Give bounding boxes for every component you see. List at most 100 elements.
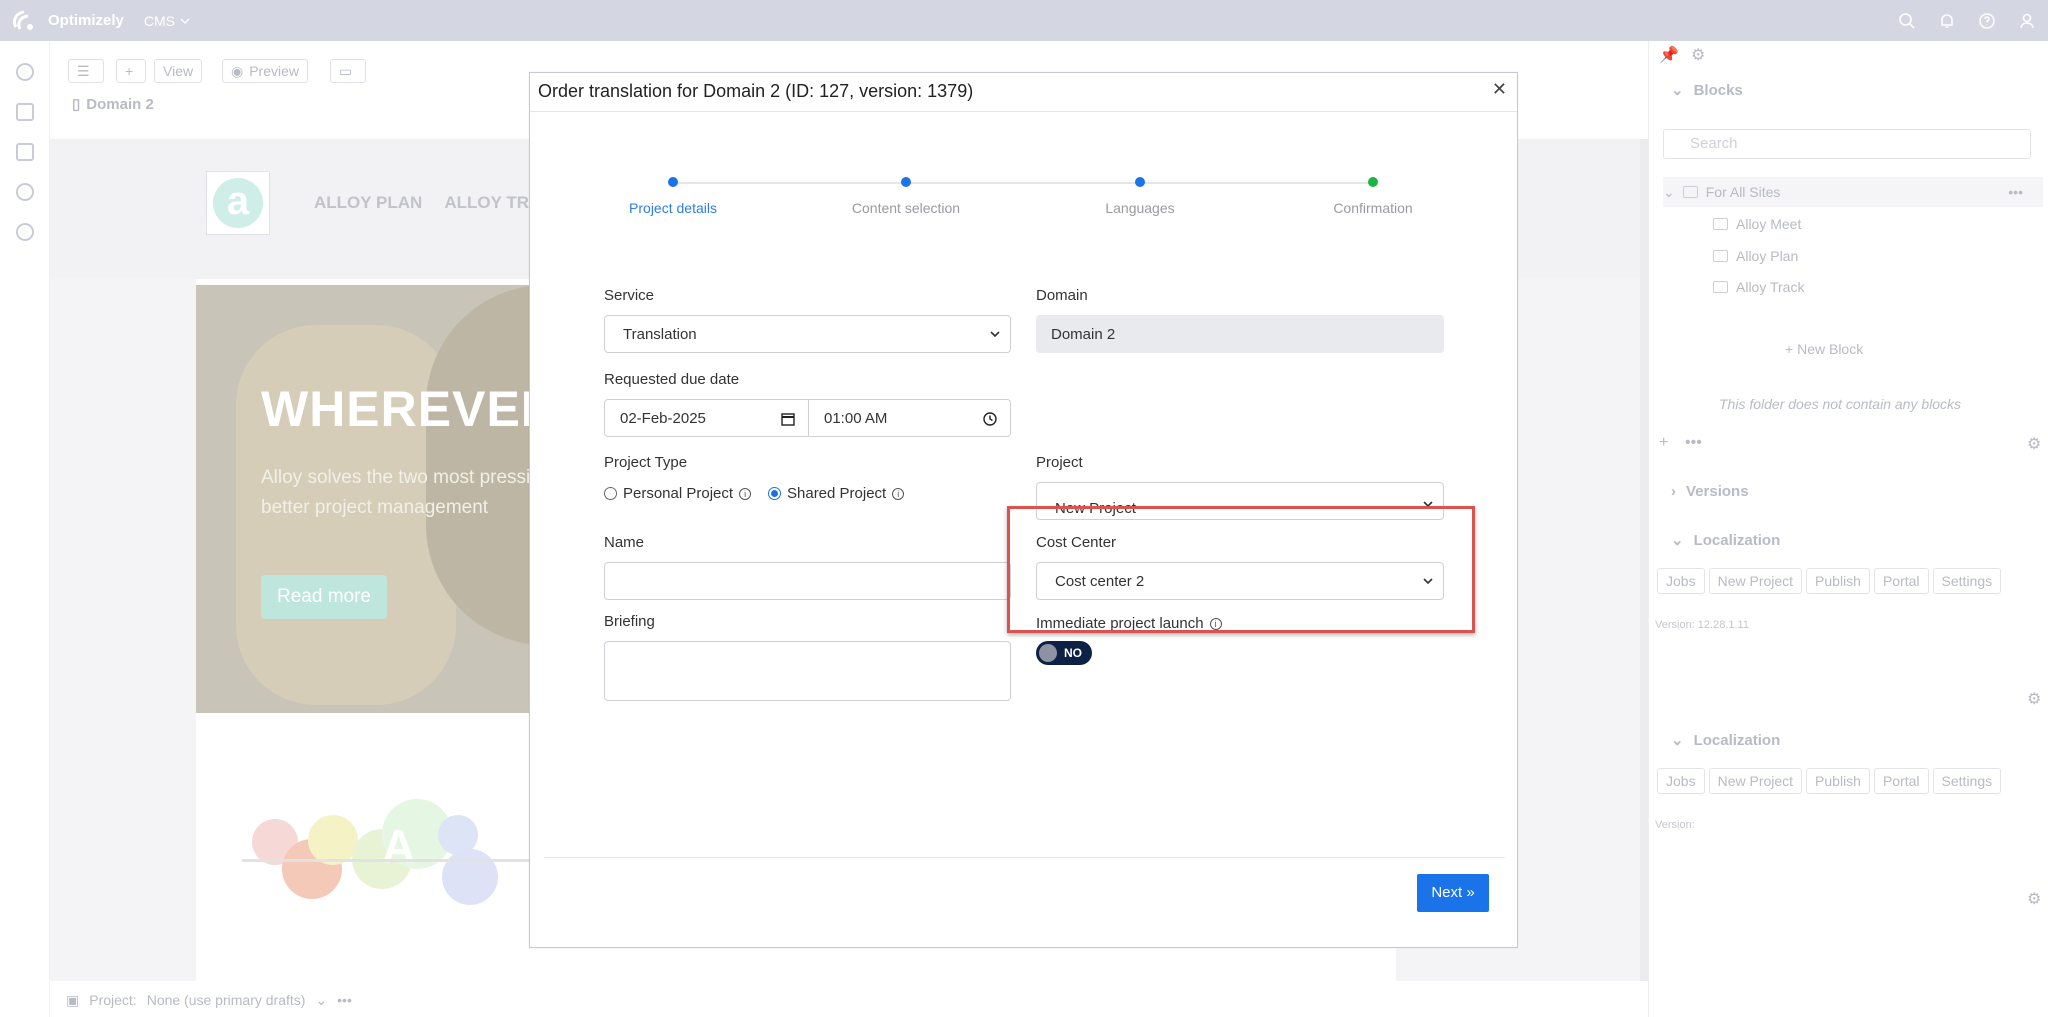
next-button[interactable]: Next »	[1417, 874, 1489, 912]
read-more-button[interactable]: Read more	[261, 575, 387, 619]
bell-icon[interactable]	[1938, 12, 1956, 30]
versions-title: Versions	[1686, 483, 1749, 500]
more-icon[interactable]: •••	[2008, 184, 2023, 200]
localization-header[interactable]: ⌄ Localization	[1671, 731, 1780, 750]
clock-icon[interactable]	[982, 411, 998, 427]
help-icon[interactable]	[1978, 12, 1996, 30]
more-icon[interactable]: •••	[337, 992, 352, 1008]
progress-track	[673, 182, 1373, 184]
versions-header[interactable]: › Versions	[1671, 483, 1749, 500]
info-icon[interactable]: i	[892, 487, 905, 500]
cost-center-select[interactable]: Cost center 2	[1036, 562, 1444, 600]
project-select[interactable]: New Project	[1036, 482, 1444, 520]
tree-toggle-button[interactable]: ☰	[68, 59, 104, 83]
radio-label: Personal Project	[623, 485, 734, 502]
more-icon[interactable]: •••	[1685, 434, 1702, 452]
brand-logo[interactable]: Optimizely	[10, 7, 124, 35]
new-project-button[interactable]: New Project	[1708, 768, 1803, 794]
search-icon[interactable]	[1898, 12, 1916, 30]
chevron-down-icon: ⌄	[1671, 82, 1684, 99]
close-icon[interactable]: ✕	[1492, 79, 1507, 100]
project-bar-label: Project:	[89, 992, 137, 1008]
jobs-button[interactable]: Jobs	[1657, 768, 1705, 794]
preview-button[interactable]: ◉ Preview	[222, 59, 309, 83]
dashboard-icon[interactable]	[15, 63, 34, 81]
site-logo: a	[206, 171, 270, 235]
alloy-graphic: A	[242, 799, 542, 919]
top-bar: Optimizely CMS	[0, 0, 2048, 41]
project-type-label: Project Type	[604, 454, 688, 471]
folder-icon	[1713, 218, 1728, 230]
gear-icon[interactable]: ⚙	[2027, 889, 2041, 909]
new-project-button[interactable]: New Project	[1708, 568, 1803, 594]
toggle-knob	[1039, 644, 1057, 662]
radio-button[interactable]	[768, 487, 781, 500]
view-button[interactable]: View	[154, 59, 203, 83]
service-label: Service	[604, 287, 655, 304]
settings-button[interactable]: Settings	[1932, 768, 2002, 794]
gear-icon[interactable]: ⚙	[2027, 689, 2041, 709]
blocks-header[interactable]: ⌄ Blocks	[1671, 81, 1743, 100]
new-block-button[interactable]: + New Block	[1785, 341, 1863, 357]
tree-icon: ☰	[77, 62, 90, 79]
blocks-search-input[interactable]: Search	[1663, 129, 2031, 159]
radio-button[interactable]	[604, 487, 617, 500]
assets-panel: 📌 ⚙ ⌄ Blocks Search ⌄ For All Sites ••• …	[1648, 41, 2048, 1017]
product-switcher[interactable]: CMS	[144, 13, 191, 29]
site-nav-item[interactable]: ALLOY PLAN	[314, 193, 422, 213]
cost-center-value: Cost center 2	[1055, 572, 1145, 590]
project-selector[interactable]: None (use primary drafts)	[147, 992, 306, 1008]
plus-icon[interactable]: +	[1659, 434, 1668, 452]
gear-icon[interactable]: ⚙	[1691, 45, 1705, 65]
name-label: Name	[604, 534, 645, 551]
publish-button[interactable]: Publish	[1806, 568, 1870, 594]
briefing-textarea[interactable]	[604, 641, 1011, 701]
gear-icon[interactable]: ⚙	[2027, 434, 2041, 454]
order-translation-dialog: Order translation for Domain 2 (ID: 127,…	[529, 72, 1518, 948]
folder-icon	[1682, 186, 1698, 198]
user-icon[interactable]	[2018, 12, 2036, 30]
chevron-down-icon	[1423, 501, 1433, 508]
edit-icon[interactable]	[15, 103, 34, 121]
calendar-icon[interactable]	[780, 411, 796, 427]
chevron-down-icon: ⌄	[1671, 532, 1684, 549]
add-button[interactable]: +	[116, 59, 146, 83]
localization-header[interactable]: ⌄ Localization	[1671, 531, 1780, 550]
immediate-launch-label: Immediate project launch	[1036, 615, 1204, 632]
chevron-down-icon	[1423, 578, 1433, 585]
portal-button[interactable]: Portal	[1873, 568, 1929, 594]
chevron-down-icon[interactable]: ⌄	[315, 992, 327, 1009]
reports-icon[interactable]	[15, 143, 34, 161]
briefing-label: Briefing	[604, 613, 655, 630]
settings-button[interactable]: Settings	[1932, 568, 2002, 594]
publish-button[interactable]: Publish	[1806, 768, 1870, 794]
domain-value: Domain 2	[1051, 325, 1116, 343]
due-time-input[interactable]: 01:00 AM	[808, 399, 1011, 437]
pin-icon[interactable]: 📌	[1659, 45, 1679, 65]
jobs-button[interactable]: Jobs	[1657, 568, 1705, 594]
service-select[interactable]: Translation	[604, 315, 1011, 353]
personal-project-radio[interactable]: Personal Project i	[604, 485, 752, 502]
users-icon[interactable]	[15, 183, 34, 201]
due-date-input[interactable]: 02-Feb-2025	[604, 399, 809, 437]
compare-button[interactable]: ▭	[330, 59, 366, 83]
folder-row[interactable]: Alloy Track	[1663, 272, 2043, 302]
blocks-title: Blocks	[1693, 81, 1743, 99]
name-input[interactable]	[604, 562, 1011, 600]
info-icon[interactable]: i	[739, 487, 752, 500]
settings-icon[interactable]	[15, 223, 34, 241]
folder-row[interactable]: Alloy Meet	[1663, 209, 2043, 239]
info-icon[interactable]: i	[1209, 617, 1222, 630]
immediate-launch-label-row: Immediate project launch i	[1036, 615, 1222, 632]
portal-button[interactable]: Portal	[1873, 768, 1929, 794]
folder-row[interactable]: Alloy Plan	[1663, 241, 2043, 271]
chevron-right-icon: ›	[1671, 483, 1676, 500]
immediate-launch-toggle[interactable]: NO	[1036, 641, 1092, 665]
radio-label: Shared Project	[787, 485, 887, 502]
dialog-title: Order translation for Domain 2 (ID: 127,…	[538, 81, 974, 101]
folder-row[interactable]: ⌄ For All Sites •••	[1663, 177, 2043, 207]
shared-project-radio[interactable]: Shared Project i	[768, 485, 905, 502]
step-confirmation: Confirmation	[1293, 177, 1453, 216]
service-value: Translation	[623, 325, 697, 343]
empty-folder-message: This folder does not contain any blocks	[1719, 396, 1962, 412]
